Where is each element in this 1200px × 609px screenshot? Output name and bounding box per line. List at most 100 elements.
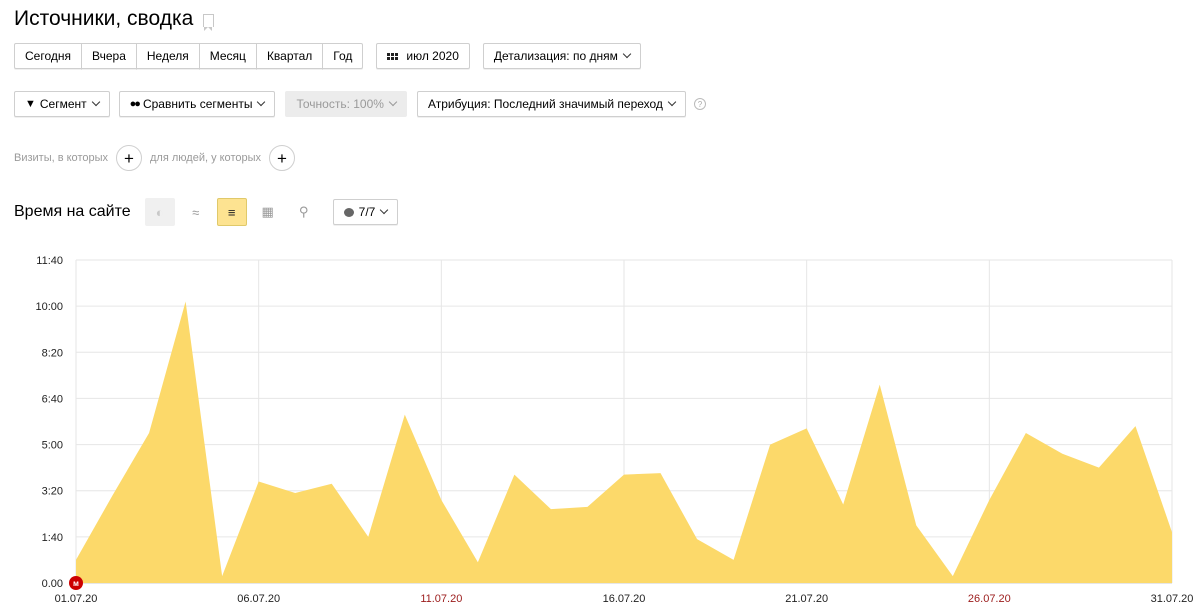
accuracy-select[interactable]: Точность: 100% — [285, 91, 407, 117]
period-week-button[interactable]: Неделя — [135, 43, 200, 69]
x-tick-label: 11.07.20 — [420, 593, 462, 605]
data-point — [477, 561, 479, 563]
period-month-button[interactable]: Месяц — [198, 43, 257, 69]
data-point — [404, 414, 406, 416]
visits-condition-label: Визиты, в которых — [14, 152, 108, 164]
date-picker-label: июл 2020 — [406, 49, 459, 63]
accuracy-label: Точность: 100% — [296, 97, 384, 111]
x-tick-label: 16.07.20 — [603, 593, 646, 605]
page-title: Источники, сводка — [14, 7, 194, 30]
y-tick-label: 1:40 — [42, 532, 63, 544]
chart-title: Время на сайте — [14, 203, 131, 220]
detail-select[interactable]: Детализация: по дням — [482, 43, 641, 69]
data-point — [1171, 531, 1173, 533]
chevron-down-icon — [667, 97, 677, 107]
data-point — [258, 480, 260, 482]
data-point — [988, 499, 990, 501]
data-point — [696, 538, 698, 540]
data-point — [586, 506, 588, 508]
area-path — [76, 301, 1172, 583]
bookmark-icon[interactable] — [203, 13, 215, 31]
chevron-down-icon — [91, 97, 100, 107]
people-condition-label: для людей, у которых — [150, 152, 261, 164]
add-visit-condition-button[interactable]: + — [116, 145, 142, 171]
y-tick-label: 6:40 — [42, 393, 63, 405]
data-point — [1134, 425, 1136, 427]
data-point — [952, 575, 954, 577]
data-point — [294, 492, 296, 494]
data-point — [221, 575, 223, 577]
data-point — [879, 384, 881, 386]
map-pin-icon[interactable]: ⚲ — [289, 198, 319, 226]
compare-segments-label: Сравнить сегменты — [142, 97, 253, 111]
y-axis-labels: 0.00 1:40 3:20 5:00 6:40 8:20 10:00 11:40 — [35, 255, 63, 590]
data-point — [660, 472, 662, 474]
binoculars-icon: ●● — [129, 98, 141, 110]
conditions-row: Визиты, в которых + для людей, у которых… — [14, 145, 303, 171]
data-point — [915, 524, 917, 526]
data-point — [513, 474, 515, 476]
period-yesterday-button[interactable]: Вчера — [81, 43, 137, 69]
x-tick-label: 01.07.20 — [55, 593, 98, 605]
compare-segments-button[interactable]: ●● Сравнить сегменты — [118, 91, 276, 117]
data-point — [185, 301, 187, 303]
data-point — [440, 499, 442, 501]
data-point — [550, 508, 552, 510]
area-series — [75, 301, 1173, 583]
add-people-condition-button[interactable]: + — [269, 145, 295, 171]
series-count: 7/7 — [358, 205, 376, 219]
filter-toolbar: ▼ Сегмент ●● Сравнить сегменты Точность:… — [14, 91, 706, 117]
bar-chart-icon[interactable]: ▦ — [253, 198, 283, 226]
x-axis-labels: 01.07.20 06.07.20 11.07.20 16.07.20 21.07.20… — [55, 593, 1194, 605]
x-tick-label: 06.07.20 — [237, 593, 280, 605]
annotation-marker — [69, 576, 83, 590]
data-point — [806, 427, 808, 429]
data-point — [842, 504, 844, 506]
data-point — [367, 536, 369, 538]
series-select[interactable]: 7/7 — [332, 199, 399, 225]
data-point — [112, 494, 114, 496]
y-tick-label: 0.00 — [42, 578, 63, 590]
x-tick-label: 21.07.20 — [785, 593, 828, 605]
chart-grid — [75, 259, 1173, 584]
data-point — [733, 559, 735, 561]
data-point — [1025, 432, 1027, 434]
line-chart-icon[interactable]: ≈ — [181, 198, 211, 226]
period-today-button[interactable]: Сегодня — [14, 43, 82, 69]
data-point — [331, 483, 333, 485]
date-picker-button[interactable]: июл 2020 — [376, 43, 470, 69]
pie-chart-icon[interactable]: ◐ — [144, 198, 175, 226]
comment-icon — [343, 207, 354, 217]
segment-button[interactable]: ▼ Сегмент — [14, 91, 110, 117]
data-point — [148, 432, 150, 434]
attribution-label: Атрибуция: Последний значимый переход — [427, 97, 663, 111]
help-icon[interactable]: ? — [693, 98, 706, 110]
y-tick-label: 3:20 — [42, 486, 63, 498]
data-point — [1061, 453, 1063, 455]
attribution-select[interactable]: Атрибуция: Последний значимый переход — [416, 91, 686, 117]
y-tick-label: 8:20 — [42, 347, 63, 359]
calendar-icon — [387, 52, 399, 60]
period-toolbar: Сегодня Вчера Неделя Месяц Квартал Год и… — [14, 43, 641, 69]
y-tick-label: 10:00 — [35, 301, 63, 313]
annotation-label: м — [73, 579, 79, 588]
area-chart-icon[interactable]: ≡ — [216, 198, 247, 226]
segment-label: Сегмент — [39, 97, 87, 111]
chevron-down-icon — [622, 49, 632, 59]
period-quarter-button[interactable]: Квартал — [255, 43, 324, 69]
detail-select-label: Детализация: по дням — [493, 49, 618, 63]
x-tick-label: 26.07.20 — [968, 593, 1011, 605]
data-point — [769, 444, 771, 446]
period-selector: Сегодня Вчера Неделя Месяц Квартал Год — [14, 43, 364, 69]
x-tick-label: 31.07.20 — [1151, 593, 1194, 605]
y-tick-label: 5:00 — [42, 440, 63, 452]
data-point — [75, 559, 77, 561]
period-year-button[interactable]: Год — [322, 43, 364, 69]
chevron-down-icon — [388, 97, 398, 107]
chevron-down-icon — [257, 97, 266, 107]
data-point — [623, 474, 625, 476]
chart-toolbar: Время на сайте ◐ ≈ ≡ ▦ ⚲ 7/7 — [14, 198, 399, 226]
annotation-layer: м — [69, 576, 83, 590]
y-tick-label: 11:40 — [36, 255, 63, 267]
filter-icon: ▼ — [25, 98, 36, 110]
